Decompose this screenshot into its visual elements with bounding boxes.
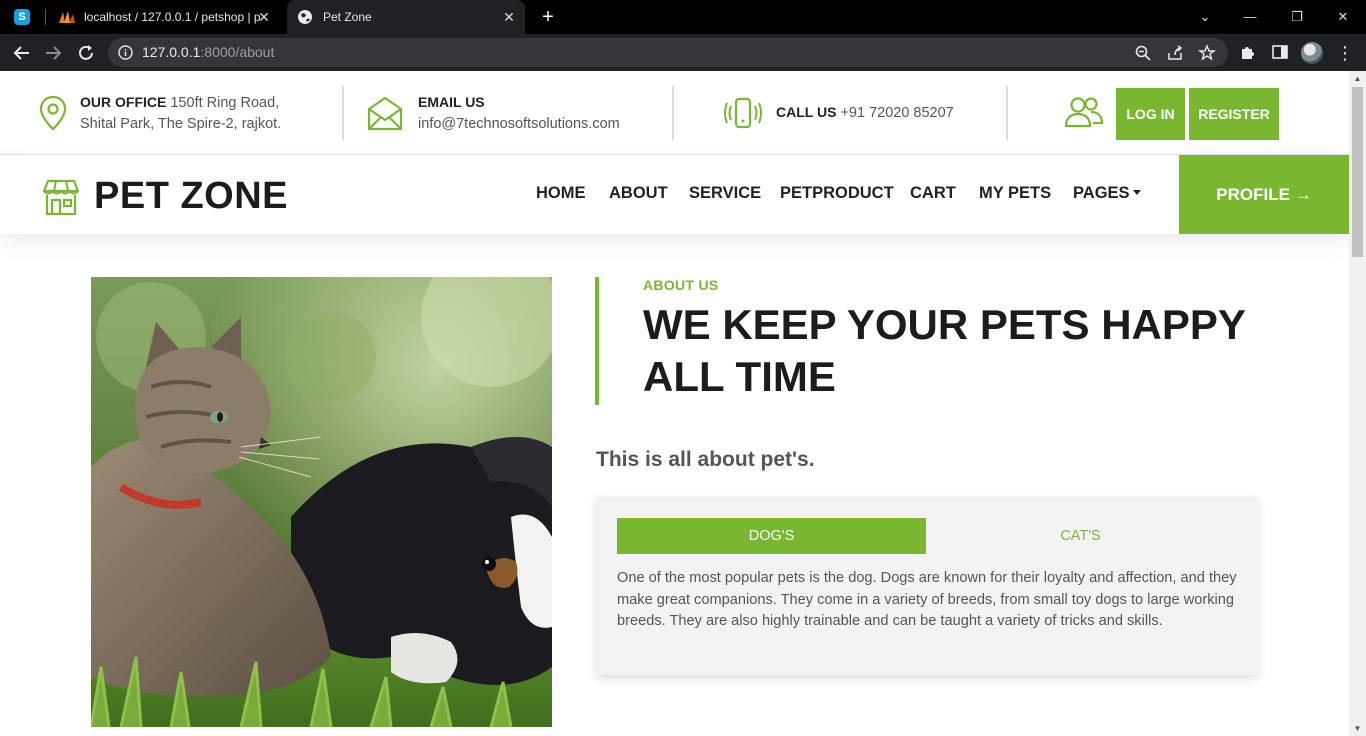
browser-tab-strip: S localhost / 127.0.0.1 / petshop | p ✕ … (0, 0, 1366, 34)
extensions-icon[interactable] (1239, 43, 1257, 61)
side-panel-icon[interactable] (1271, 43, 1289, 61)
nav-about[interactable]: ABOUT (609, 184, 668, 203)
tab-skype[interactable]: S (14, 0, 44, 34)
tab-cats[interactable]: CAT'S (926, 518, 1235, 554)
email-value[interactable]: info@7technosoftsolutions.com (418, 116, 620, 132)
office-info: OUR OFFICE 150ft Ring Road, Shital Park,… (34, 71, 281, 155)
pet-tabs-card: DOG'S CAT'S One of the most popular pets… (596, 497, 1258, 675)
section-eyebrow: ABOUT US (643, 277, 719, 293)
address-bar[interactable]: 127.0.0.1:8000/about (108, 38, 1228, 67)
call-label: CALL US (776, 104, 837, 120)
office-line2: Shital Park, The Spire-2, rajkot. (80, 115, 282, 132)
url-text: 127.0.0.1:8000/about (142, 44, 274, 60)
nav-petproduct[interactable]: PETPRODUCT (780, 184, 894, 203)
minimize-icon[interactable]: — (1238, 5, 1262, 29)
nav-links: HOME ABOUT SERVICE PETPRODUCT CART MY PE… (0, 155, 1349, 234)
zoom-icon[interactable] (1134, 44, 1152, 62)
users-icon (1064, 97, 1104, 128)
close-tab-icon[interactable]: ✕ (501, 9, 517, 25)
login-button[interactable]: LOG IN (1116, 88, 1185, 140)
caret-down-icon (1132, 190, 1141, 195)
menu-kebab-icon[interactable]: ⋮ (1336, 42, 1354, 64)
reload-icon[interactable] (75, 42, 97, 64)
tab-phpmyadmin[interactable]: localhost / 127.0.0.1 / petshop | p ✕ (58, 0, 280, 34)
site-info-icon[interactable] (118, 45, 133, 60)
phone-info: CALL US +91 72020 85207 (724, 71, 954, 155)
contact-topbar: OUR OFFICE 150ft Ring Road, Shital Park,… (0, 71, 1349, 155)
divider (672, 86, 674, 140)
close-tab-icon[interactable]: ✕ (256, 9, 272, 25)
new-tab-button[interactable]: + (538, 7, 558, 27)
page-scrollbar[interactable]: ▲ ▼ (1349, 71, 1366, 736)
office-line1: 150ft Ring Road, (166, 94, 280, 111)
profile-button[interactable]: PROFILE → (1179, 155, 1349, 234)
register-button[interactable]: REGISTER (1189, 88, 1279, 140)
forward-icon[interactable] (42, 42, 64, 64)
lead-text: This is all about pet's. (596, 448, 815, 471)
call-value[interactable]: +91 72020 85207 (836, 105, 953, 121)
scroll-down-icon[interactable]: ▼ (1353, 724, 1362, 733)
section-headline: WE KEEP YOUR PETS HAPPY ALL TIME (643, 301, 1246, 400)
close-window-icon[interactable]: ✕ (1331, 5, 1355, 29)
back-icon[interactable] (11, 42, 33, 64)
divider (1006, 86, 1008, 140)
phpmyadmin-icon (59, 11, 75, 23)
nav-service[interactable]: SERVICE (689, 184, 761, 203)
location-pin-icon (39, 95, 67, 131)
tab-title: Pet Zone (323, 10, 372, 24)
globe-icon (298, 10, 312, 24)
tab-title: localhost / 127.0.0.1 / petshop | p (84, 10, 260, 24)
envelope-icon (367, 96, 403, 131)
nav-home[interactable]: HOME (536, 184, 586, 203)
url-path: :8000/about (200, 44, 275, 60)
url-host: 127.0.0.1 (142, 44, 201, 60)
about-image-cat-and-dog (91, 277, 552, 727)
skype-icon: S (14, 9, 30, 25)
nav-pages-dropdown[interactable]: PAGES (1073, 184, 1141, 203)
phone-vibrate-icon (724, 97, 762, 129)
scroll-thumb[interactable] (1352, 87, 1363, 257)
tab-divider (45, 9, 46, 25)
main-navbar: PET ZONE HOME ABOUT SERVICE PETPRODUCT C… (0, 155, 1349, 234)
profile-avatar[interactable] (1301, 42, 1323, 64)
tab-search-icon[interactable]: ⌄ (1193, 5, 1217, 29)
tab-pet-zone[interactable]: Pet Zone ✕ (287, 0, 525, 34)
divider (342, 86, 344, 140)
office-label: OUR OFFICE (80, 93, 167, 110)
nav-cart[interactable]: CART (910, 184, 956, 203)
nav-pages-label: PAGES (1073, 184, 1130, 202)
scroll-up-icon[interactable]: ▲ (1353, 74, 1362, 83)
about-heading-block: ABOUT US WE KEEP YOUR PETS HAPPY ALL TIM… (595, 277, 1295, 405)
bookmark-star-icon[interactable] (1198, 44, 1216, 62)
nav-my-pets[interactable]: MY PETS (979, 184, 1051, 203)
tab-dogs[interactable]: DOG'S (617, 518, 926, 554)
email-info: EMAIL US info@7technosoftsolutions.com (366, 71, 620, 155)
browser-toolbar: 127.0.0.1:8000/about ⋮ (0, 34, 1366, 71)
tab-content-text: One of the most popular pets is the dog.… (617, 570, 1237, 629)
restore-icon[interactable]: ❐ (1285, 5, 1309, 29)
page-viewport: OUR OFFICE 150ft Ring Road, Shital Park,… (0, 71, 1349, 736)
email-label: EMAIL US (418, 93, 485, 110)
share-icon[interactable] (1166, 44, 1184, 62)
